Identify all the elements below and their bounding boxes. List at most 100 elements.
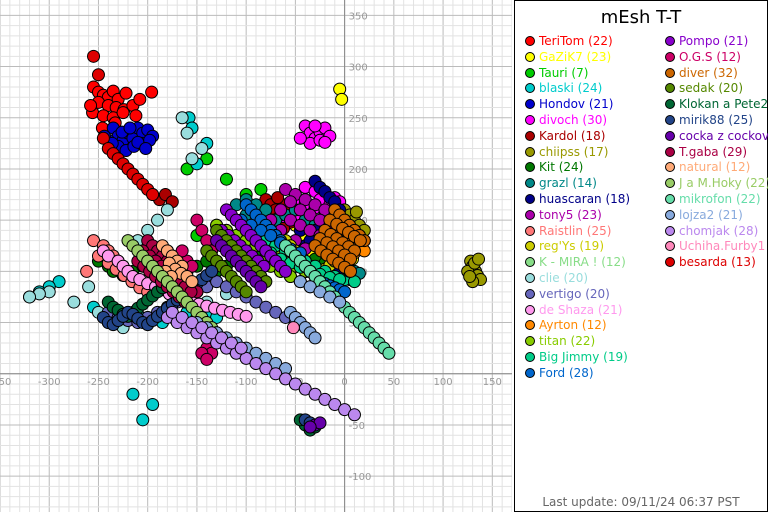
legend-entry: besarda (13) bbox=[665, 255, 756, 270]
legend-marker bbox=[665, 209, 675, 220]
legend-marker bbox=[665, 51, 675, 62]
legend-label: natural (12) bbox=[679, 160, 751, 175]
legend-entry: natural (12) bbox=[665, 160, 751, 175]
x-tick-label: 0 bbox=[341, 377, 347, 388]
data-point bbox=[219, 172, 233, 186]
data-point bbox=[239, 309, 253, 323]
data-point bbox=[146, 188, 160, 202]
x-tick-label: 100 bbox=[434, 377, 453, 388]
data-point bbox=[286, 321, 300, 335]
legend-entry: O.G.S (12) bbox=[665, 50, 741, 65]
legend-entry: chiipss (17) bbox=[525, 145, 608, 160]
data-point bbox=[180, 126, 194, 140]
legend-entry: Hondov (21) bbox=[525, 97, 613, 112]
legend-entry: TeriTom (22) bbox=[525, 34, 613, 49]
y-tick-label: -50 bbox=[349, 421, 365, 432]
data-point bbox=[234, 341, 248, 355]
x-tick-label: -200 bbox=[136, 377, 159, 388]
legend-label: Tauri (7) bbox=[539, 65, 589, 80]
data-point bbox=[175, 111, 189, 125]
legend-marker bbox=[525, 83, 535, 94]
legend-label: J a M.Hoky (22) bbox=[679, 176, 768, 191]
data-point bbox=[303, 420, 317, 434]
legend-marker bbox=[525, 273, 535, 283]
y-tick-label: 250 bbox=[349, 114, 368, 125]
legend-label: mirik88 (25) bbox=[679, 113, 753, 127]
data-point bbox=[119, 86, 133, 100]
y-tick-label: -100 bbox=[349, 472, 372, 483]
legend-label: blaski (24) bbox=[539, 81, 603, 96]
data-point bbox=[84, 98, 98, 112]
data-point bbox=[23, 290, 37, 304]
legend-entry: lojza2 (21) bbox=[665, 208, 743, 223]
data-point bbox=[80, 264, 94, 278]
legend-marker bbox=[525, 288, 535, 299]
legend-label: cocka z cockova (13) bbox=[679, 128, 768, 143]
data-point bbox=[200, 352, 214, 366]
legend-label: Kit (24) bbox=[539, 160, 584, 175]
data-point bbox=[205, 264, 219, 278]
data-point bbox=[185, 152, 199, 166]
legend-marker bbox=[525, 209, 535, 220]
legend-label: divoch (30) bbox=[539, 113, 608, 127]
legend-marker bbox=[525, 257, 535, 268]
data-point bbox=[308, 331, 322, 345]
data-point bbox=[151, 213, 165, 227]
x-tick-label: -250 bbox=[87, 377, 110, 388]
legend-entry: grazl (14) bbox=[525, 176, 597, 191]
data-point bbox=[335, 92, 349, 106]
legend-entry: Klokan a Pete24 (18) bbox=[665, 97, 768, 112]
data-point bbox=[195, 141, 209, 155]
data-point bbox=[146, 397, 160, 411]
legend-entry: Pompo (21) bbox=[665, 34, 749, 49]
legend-entry: J a M.Hoky (22) bbox=[665, 176, 768, 191]
legend-label: K - MIRA ! (12) bbox=[539, 255, 626, 270]
legend-entry: cocka z cockova (13) bbox=[665, 128, 768, 144]
legend-entry: clie (20) bbox=[525, 271, 589, 286]
data-point bbox=[133, 92, 147, 106]
data-point bbox=[91, 68, 105, 82]
legend-label: chomjak (28) bbox=[679, 223, 759, 238]
legend-entry: GaZiK7 (23) bbox=[525, 50, 611, 65]
legend-entry: Tauri (7) bbox=[525, 65, 589, 81]
legend-entry: tony5 (23) bbox=[525, 208, 602, 223]
legend-label: sedak (20) bbox=[679, 81, 744, 96]
legend-entry: Raistlin (25) bbox=[525, 223, 612, 239]
data-point bbox=[254, 280, 268, 294]
legend-label: clie (20) bbox=[539, 271, 589, 285]
data-point bbox=[349, 205, 363, 219]
legend-entry: titan (22) bbox=[525, 334, 595, 349]
data-point bbox=[308, 119, 322, 133]
legend-marker bbox=[665, 67, 675, 78]
last-update: Last update: 09/11/24 06:37 PST bbox=[542, 495, 740, 509]
legend-marker bbox=[525, 320, 535, 331]
data-point bbox=[139, 141, 153, 155]
data-point bbox=[123, 121, 137, 135]
legend-marker bbox=[525, 304, 535, 315]
data-point bbox=[344, 264, 358, 278]
legend-marker bbox=[525, 241, 535, 252]
legend-entry: chomjak (28) bbox=[665, 223, 759, 239]
data-point bbox=[129, 109, 143, 123]
data-point bbox=[347, 408, 361, 422]
data-point bbox=[333, 295, 347, 309]
legend-label: huascaran (18) bbox=[539, 192, 631, 206]
x-tick-label: 150 bbox=[483, 377, 502, 388]
data-point bbox=[279, 264, 293, 278]
legend-entry: Ford (28) bbox=[525, 366, 594, 381]
legend-marker bbox=[665, 83, 675, 94]
legend-entry: de Shaza (21) bbox=[525, 303, 623, 318]
x-tick-label: -350 bbox=[0, 377, 11, 388]
legend-panel: mEsh T-T TeriTom (22) GaZiK7 (23) Tauri (7… bbox=[514, 0, 768, 512]
legend-entry: huascaran (18) bbox=[525, 192, 631, 207]
legend-label: Pompo (21) bbox=[679, 34, 749, 48]
legend-label: reg'Ys (19) bbox=[539, 239, 604, 254]
legend-label: Kardol (18) bbox=[539, 128, 606, 143]
legend-marker bbox=[525, 352, 535, 362]
legend-marker bbox=[525, 178, 535, 189]
legend-marker bbox=[525, 146, 535, 157]
y-tick-label: 350 bbox=[349, 11, 368, 22]
legend-label: Raistlin (25) bbox=[539, 223, 612, 238]
legend-label: grazl (14) bbox=[539, 176, 597, 191]
series-35 bbox=[286, 321, 300, 335]
